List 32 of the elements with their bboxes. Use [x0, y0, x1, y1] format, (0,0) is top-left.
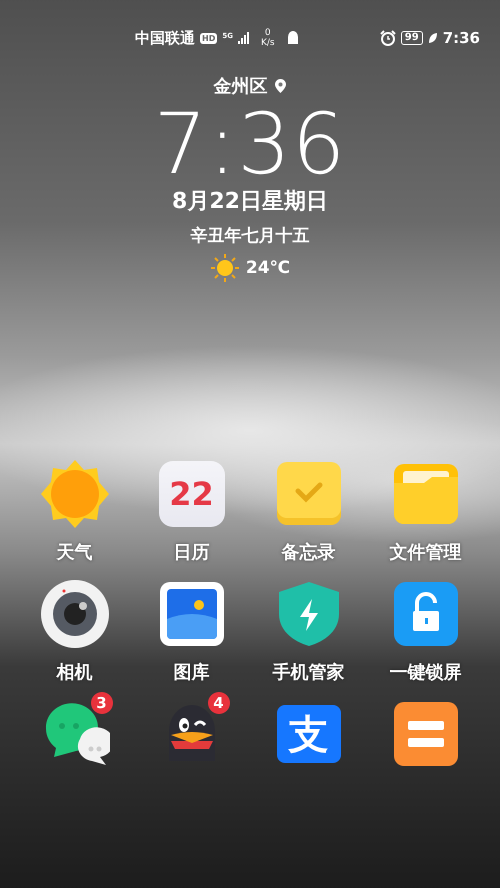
signal-icon [238, 32, 250, 44]
shield-icon[interactable] [278, 581, 340, 647]
alarm-icon [380, 30, 396, 46]
leaf-icon [428, 32, 438, 44]
camera-icon[interactable] [40, 579, 110, 649]
location-name: 金州区 [214, 75, 268, 98]
date-text: 8月22日星期日 [172, 188, 328, 216]
calendar-icon[interactable]: 22 [158, 461, 224, 527]
gallery-icon[interactable] [158, 581, 224, 647]
sun-icon [210, 253, 240, 283]
carrier-name: 中国联通 [135, 28, 195, 48]
app-label[interactable]: 文件管理 [390, 540, 462, 564]
lunar-date: 辛丑年七月十五 [190, 225, 310, 247]
location-pin-icon [274, 78, 286, 94]
status-time: 7:36 [442, 29, 480, 47]
clock-time: 7:36 [154, 98, 346, 190]
app-label[interactable]: 图库 [174, 660, 210, 684]
battery-level: 99 [400, 31, 423, 45]
equals-icon[interactable] [392, 701, 458, 767]
app-label[interactable]: 手机管家 [272, 660, 344, 684]
hd-badge: HD [200, 32, 218, 44]
notification-badge: 3 [90, 692, 112, 714]
app-label[interactable]: 备忘录 [282, 540, 336, 564]
temperature: 24℃ [246, 258, 290, 278]
unlocked-padlock-icon[interactable] [392, 581, 458, 647]
app-label[interactable]: 一键锁屏 [390, 660, 462, 684]
notification-badge: 4 [208, 692, 230, 714]
payment-app-icon[interactable]: 支 [276, 705, 340, 763]
app-label[interactable]: 相机 [56, 660, 92, 684]
network-speed: 0 K/s [260, 28, 275, 48]
app-label[interactable]: 天气 [56, 540, 92, 564]
app-label[interactable]: 日历 [174, 540, 210, 564]
